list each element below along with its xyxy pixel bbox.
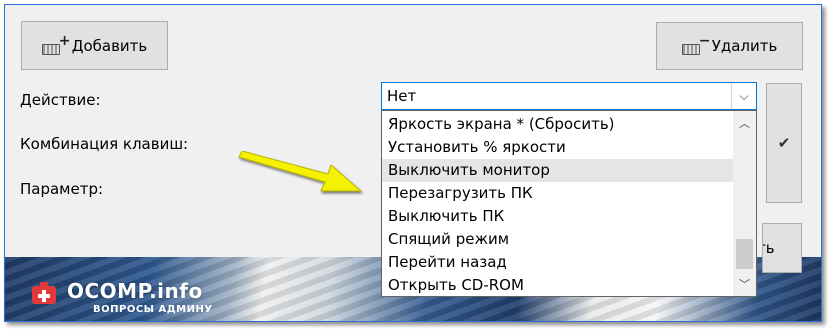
- action-select[interactable]: Нет ⌵: [381, 82, 757, 110]
- dropdown-option[interactable]: Перезагрузить ПК: [382, 182, 734, 205]
- chevron-down-icon[interactable]: ⌵: [731, 83, 756, 109]
- plus-logo-icon: [32, 282, 56, 304]
- partial-button[interactable]: ть: [762, 223, 802, 273]
- watermark-subtitle: ВОПРОСЫ АДМИНУ: [93, 304, 213, 315]
- action-label: Действие:: [20, 91, 101, 109]
- dropdown-option[interactable]: Установить % яркости: [382, 136, 734, 159]
- action-select-value: Нет: [387, 87, 417, 105]
- scroll-thumb[interactable]: [736, 239, 753, 269]
- keyboard-add-icon: +: [41, 33, 70, 55]
- param-label: Параметр:: [20, 180, 104, 198]
- dropdown-option-highlighted[interactable]: Выключить монитор: [382, 159, 734, 182]
- check-icon: ✔: [777, 134, 791, 152]
- dropdown-option[interactable]: Спящий режим: [382, 228, 734, 251]
- keyboard-remove-icon: −: [681, 33, 710, 55]
- delete-button[interactable]: − Удалить: [656, 22, 803, 70]
- dropdown-option[interactable]: Яркость экрана * (Сбросить): [382, 113, 734, 136]
- action-dropdown-list: Яркость экрана * (Сбросить) Установить %…: [381, 110, 757, 297]
- partial-button-label: ть: [763, 239, 775, 257]
- apply-button[interactable]: ✔: [766, 83, 802, 203]
- add-button-label: Добавить: [71, 36, 148, 55]
- dropdown-option[interactable]: Выключить ПК: [382, 205, 734, 228]
- scroll-up-icon[interactable]: ︿: [733, 113, 756, 133]
- scroll-down-icon[interactable]: ﹀: [733, 274, 756, 294]
- pointer-arrow-icon: [238, 151, 363, 192]
- combo-label: Комбинация клавиш:: [20, 135, 189, 153]
- watermark-title: OCOMP.info: [67, 279, 203, 303]
- dropdown-option[interactable]: Перейти назад: [382, 251, 734, 274]
- scrollbar[interactable]: ︿ ﹀: [733, 111, 756, 296]
- add-button[interactable]: + Добавить: [21, 21, 168, 70]
- dropdown-option[interactable]: Открыть CD-ROM: [382, 274, 734, 296]
- delete-button-label: Удалить: [711, 37, 778, 55]
- app-window: + Добавить − Удалить Действие: Комбинаци…: [4, 4, 822, 322]
